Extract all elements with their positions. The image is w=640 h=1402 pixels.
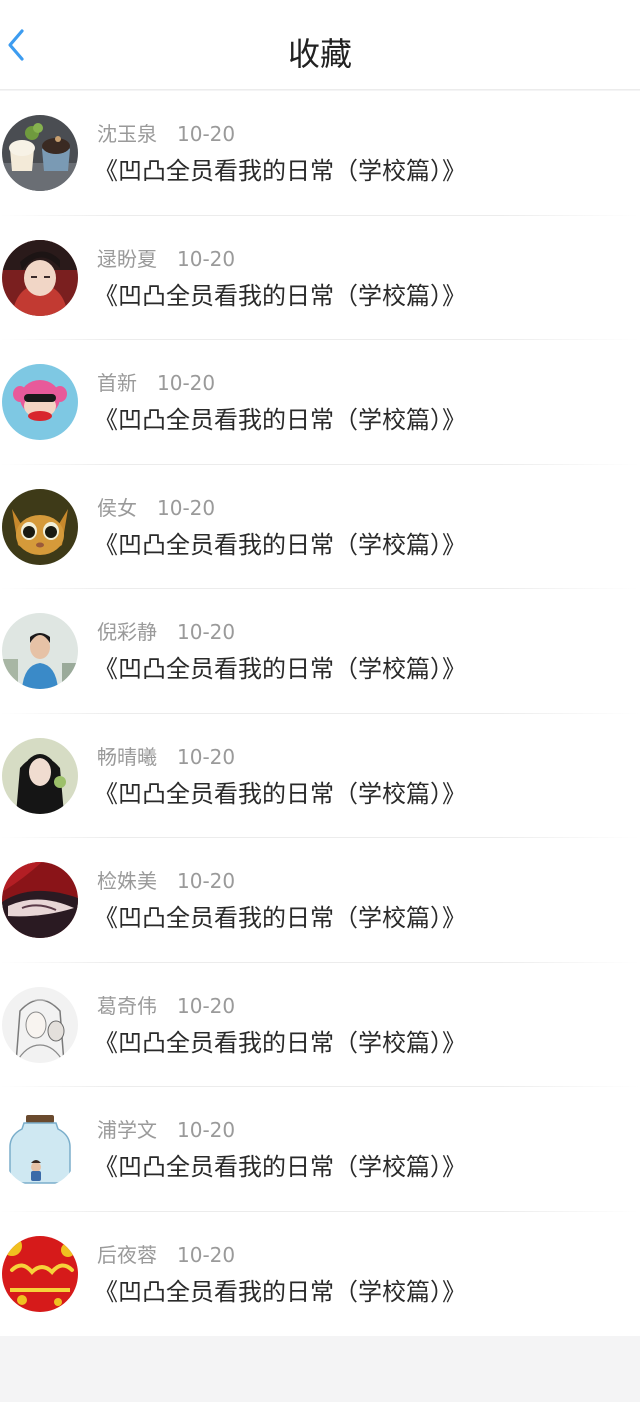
avatar[interactable] — [2, 1235, 78, 1312]
author-name: 倪彩静 — [97, 620, 157, 644]
post-date: 10-20 — [177, 122, 236, 146]
favorite-item[interactable]: 葛奇伟 10-20 《凹凸全员看我的日常（学校篇）》 — [0, 963, 640, 1087]
post-date: 10-20 — [157, 495, 216, 520]
post-date: 10-20 — [177, 1118, 236, 1142]
avatar[interactable] — [2, 1111, 78, 1187]
item-meta: 侯女 10-20 — [97, 495, 215, 521]
avatar[interactable] — [2, 115, 78, 191]
item-title[interactable]: 《凹凸全员看我的日常（学校篇）》 — [94, 653, 466, 685]
favorite-item[interactable]: 倪彩静 10-20 《凹凸全员看我的日常（学校篇）》 — [0, 589, 640, 714]
favorite-item[interactable]: 首新 10-20 《凹凸全员看我的日常（学校篇）》 — [0, 340, 640, 465]
avatar[interactable] — [2, 239, 78, 316]
favorite-item[interactable]: 后夜蓉 10-20 《凹凸全员看我的日常（学校篇）》 — [0, 1212, 640, 1337]
item-meta: 倪彩静 10-20 — [97, 619, 235, 645]
author-name: 侯女 — [97, 495, 137, 520]
avatar[interactable] — [2, 364, 78, 440]
item-title[interactable]: 《凹凸全员看我的日常（学校篇）》 — [94, 1027, 466, 1059]
item-title[interactable]: 《凹凸全员看我的日常（学校篇）》 — [94, 404, 466, 436]
post-date: 10-20 — [177, 620, 236, 644]
avatar[interactable] — [2, 488, 78, 565]
nav-header: 收藏 — [0, 0, 640, 90]
item-meta: 逯盼夏 10-20 — [97, 246, 235, 272]
favorite-item[interactable]: 侯女 10-20 《凹凸全员看我的日常（学校篇）》 — [0, 465, 640, 589]
author-name: 后夜蓉 — [97, 1242, 157, 1267]
favorite-item[interactable]: 逯盼夏 10-20 《凹凸全员看我的日常（学校篇）》 — [0, 216, 640, 340]
item-meta: 浦学文 10-20 — [97, 1117, 235, 1143]
avatar[interactable] — [2, 737, 78, 814]
item-title[interactable]: 《凹凸全员看我的日常（学校篇）》 — [94, 280, 466, 312]
item-meta: 葛奇伟 10-20 — [97, 993, 235, 1019]
author-name: 沈玉泉 — [97, 122, 157, 146]
item-title[interactable]: 《凹凸全员看我的日常（学校篇）》 — [94, 155, 466, 187]
favorite-item[interactable]: 沈玉泉 10-20 《凹凸全员看我的日常（学校篇）》 — [0, 91, 640, 216]
item-title[interactable]: 《凹凸全员看我的日常（学校篇）》 — [94, 1276, 466, 1308]
avatar[interactable] — [2, 986, 78, 1063]
item-meta: 检姝美 10-20 — [97, 868, 235, 894]
item-meta: 首新 10-20 — [97, 370, 215, 396]
post-date: 10-20 — [177, 993, 236, 1018]
item-meta: 后夜蓉 10-20 — [97, 1242, 235, 1268]
item-title[interactable]: 《凹凸全员看我的日常（学校篇）》 — [94, 902, 466, 934]
avatar[interactable] — [2, 613, 78, 689]
author-name: 检姝美 — [97, 869, 157, 893]
author-name: 葛奇伟 — [97, 993, 157, 1018]
item-meta: 畅晴曦 10-20 — [97, 744, 235, 770]
author-name: 畅晴曦 — [97, 744, 157, 769]
favorite-item[interactable]: 检姝美 10-20 《凹凸全员看我的日常（学校篇）》 — [0, 838, 640, 963]
post-date: 10-20 — [177, 869, 236, 893]
item-title[interactable]: 《凹凸全员看我的日常（学校篇）》 — [94, 1151, 466, 1183]
author-name: 浦学文 — [97, 1118, 157, 1142]
author-name: 首新 — [97, 371, 137, 395]
post-date: 10-20 — [177, 744, 236, 769]
favorites-list: 沈玉泉 10-20 《凹凸全员看我的日常（学校篇）》 逯盼夏 10-20 《凹凸… — [0, 91, 640, 1336]
item-title[interactable]: 《凹凸全员看我的日常（学校篇）》 — [94, 529, 466, 561]
author-name: 逯盼夏 — [97, 246, 157, 271]
item-meta: 沈玉泉 10-20 — [97, 121, 235, 147]
item-title[interactable]: 《凹凸全员看我的日常（学校篇）》 — [94, 778, 466, 810]
post-date: 10-20 — [177, 1242, 236, 1267]
post-date: 10-20 — [157, 371, 216, 395]
page-title: 收藏 — [287, 35, 352, 73]
favorite-item[interactable]: 浦学文 10-20 《凹凸全员看我的日常（学校篇）》 — [0, 1087, 640, 1212]
favorite-item[interactable]: 畅晴曦 10-20 《凹凸全员看我的日常（学校篇）》 — [0, 714, 640, 838]
post-date: 10-20 — [177, 246, 236, 271]
avatar[interactable] — [2, 862, 78, 938]
favorites-screen: 收藏 沈玉泉 10-20 《凹凸全员看我的日常（学校篇）》 逯盼夏 10-20 … — [0, 0, 640, 1402]
